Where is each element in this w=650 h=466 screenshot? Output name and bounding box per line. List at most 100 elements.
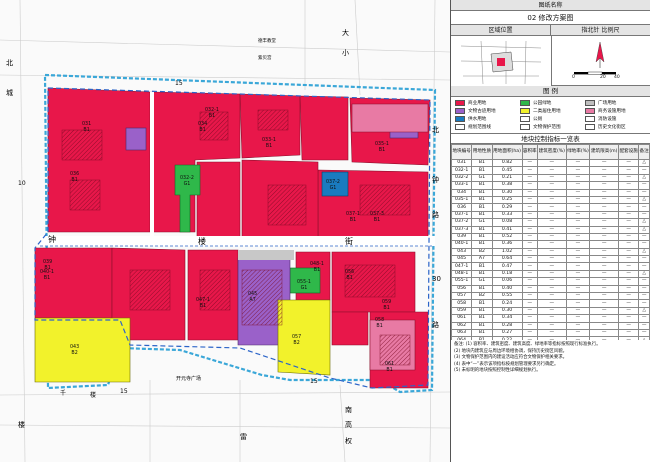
parcel-id: 037-1: [346, 212, 360, 217]
table-cell: —: [536, 269, 567, 279]
table-cell: —: [565, 218, 591, 227]
table-cell: —: [536, 195, 567, 205]
parcel-id: 058: [375, 318, 385, 323]
parcel-use: A7: [249, 297, 256, 303]
table-cell: —: [638, 203, 650, 212]
table-cell: —: [617, 203, 640, 212]
parcel-label: 047-1 B1: [196, 298, 210, 309]
table-cell: —: [521, 247, 538, 257]
table-cell: —: [565, 225, 591, 234]
parcel-id: 031: [82, 122, 92, 127]
table-header: 建筑密度(%): [536, 144, 567, 160]
street-label: 高: [345, 421, 352, 429]
table-cell: —: [638, 292, 650, 301]
table-cell: B1: [471, 306, 493, 316]
table-row: 032-1 B1 0.45— — — — — —: [451, 166, 650, 175]
legend-item: 文物保护范围: [520, 124, 581, 130]
parcel-use: B1: [208, 113, 216, 119]
table-cell: B1: [471, 195, 493, 205]
table-cell: 033-1: [451, 181, 473, 190]
table-cell: B2: [471, 247, 493, 257]
parcel-label: 036 B1: [70, 172, 79, 183]
table-cell: B1: [471, 225, 493, 234]
table-cell: 037-3: [451, 225, 473, 234]
table-cell: —: [589, 203, 619, 212]
table-row: 057 B2 0.55— — — — — —: [451, 292, 650, 301]
table-cell: 032-2: [451, 173, 473, 183]
table-cell: —: [589, 188, 619, 197]
legend-label: 规划范围线: [468, 124, 491, 130]
table-cell: 062: [451, 321, 473, 331]
table-cell: —: [565, 321, 591, 331]
parcel-label: 043 B2: [70, 345, 79, 356]
parcel-use: B1: [265, 143, 273, 149]
table-cell: —: [589, 299, 619, 308]
table-cell: —: [617, 284, 640, 294]
table-cell: —: [638, 166, 650, 175]
parcel-label: 031 B1: [82, 122, 91, 133]
street-label: 30: [432, 275, 441, 283]
table-cell: 0.29: [491, 203, 523, 212]
map-area[interactable]: 北 城 德丰教堂 紫贝宫 大 小 北 钟 路 30 路 钟 楼 街 10 15 …: [0, 0, 451, 463]
legend-label: 广场用地: [598, 100, 617, 106]
table-cell: 0.06: [491, 277, 523, 286]
legend-label: 文物保护范围: [533, 124, 561, 130]
table-cell: G1: [471, 218, 493, 227]
table-cell: B1: [471, 203, 493, 212]
table-cell: B1: [471, 314, 493, 323]
street-label: 15: [175, 80, 183, 87]
table-cell: B1: [471, 166, 493, 175]
street-label: 10: [18, 180, 26, 187]
table-cell: △: [638, 269, 650, 279]
table-cell: 0.24: [491, 299, 523, 308]
table-cell: 0.40: [491, 284, 523, 294]
table-cell: 0.41: [491, 225, 523, 234]
table-row: 061 B1 0.34— — — — — —: [451, 314, 650, 323]
table-cell: 0.30: [491, 188, 523, 197]
table-cell: —: [536, 314, 567, 323]
table-header: 用地性质: [471, 144, 493, 160]
table-cell: G1: [471, 173, 493, 183]
table-cell: 047-1: [451, 262, 473, 271]
table-row: 037-1 B1 0.33— — — — — —: [451, 210, 650, 220]
parcel-id: 057: [292, 335, 302, 340]
parcel-use: G1: [183, 181, 191, 187]
parcel-id: 045: [248, 292, 258, 297]
table-cell: —: [536, 158, 567, 168]
parcel-use: B2: [71, 350, 78, 356]
table-cell: —: [589, 225, 619, 234]
table-title: 地块控制指标一览表: [451, 134, 650, 144]
table-cell: —: [565, 158, 591, 168]
table-row: 045 A7 0.64— — — — — —: [451, 255, 650, 264]
table-cell: B1: [471, 181, 493, 190]
parcel-label: 055-1 G1: [297, 280, 311, 291]
table-cell: B1: [471, 328, 493, 338]
table-cell: —: [589, 292, 619, 301]
table-cell: —: [521, 203, 538, 212]
street-label: 大: [342, 29, 349, 37]
parcel-id: 047-1: [196, 298, 210, 303]
table-cell: —: [617, 328, 640, 338]
table-cell: —: [565, 240, 591, 249]
table-cell: —: [521, 306, 538, 316]
table-cell: B1: [471, 232, 493, 242]
parcel-id: 032-2: [180, 176, 194, 181]
legend-item: 供水用地: [455, 116, 516, 122]
table-cell: —: [536, 292, 567, 301]
table-row: 032-2 G1 0.21— — — — — △: [451, 173, 650, 183]
table-cell: —: [589, 210, 619, 220]
north-arrow: 0 20 40: [551, 36, 650, 85]
parcel-label: 037-1 B1: [346, 212, 360, 223]
parcel-label: 040-1 B1: [40, 270, 54, 281]
table-cell: B1: [471, 269, 493, 279]
table-cell: —: [638, 314, 650, 323]
table-header: 容积率: [521, 144, 538, 160]
table-cell: 035-1: [451, 195, 473, 205]
table-cell: —: [521, 188, 538, 197]
table-cell: —: [617, 158, 640, 168]
table-row: 059 B1 0.30— — — — — △: [451, 306, 650, 316]
street-label: 开元寺广场: [176, 376, 202, 382]
street-label: 城: [6, 89, 13, 97]
table-header: 建筑限高(m): [589, 144, 619, 160]
table-cell: —: [617, 225, 640, 234]
